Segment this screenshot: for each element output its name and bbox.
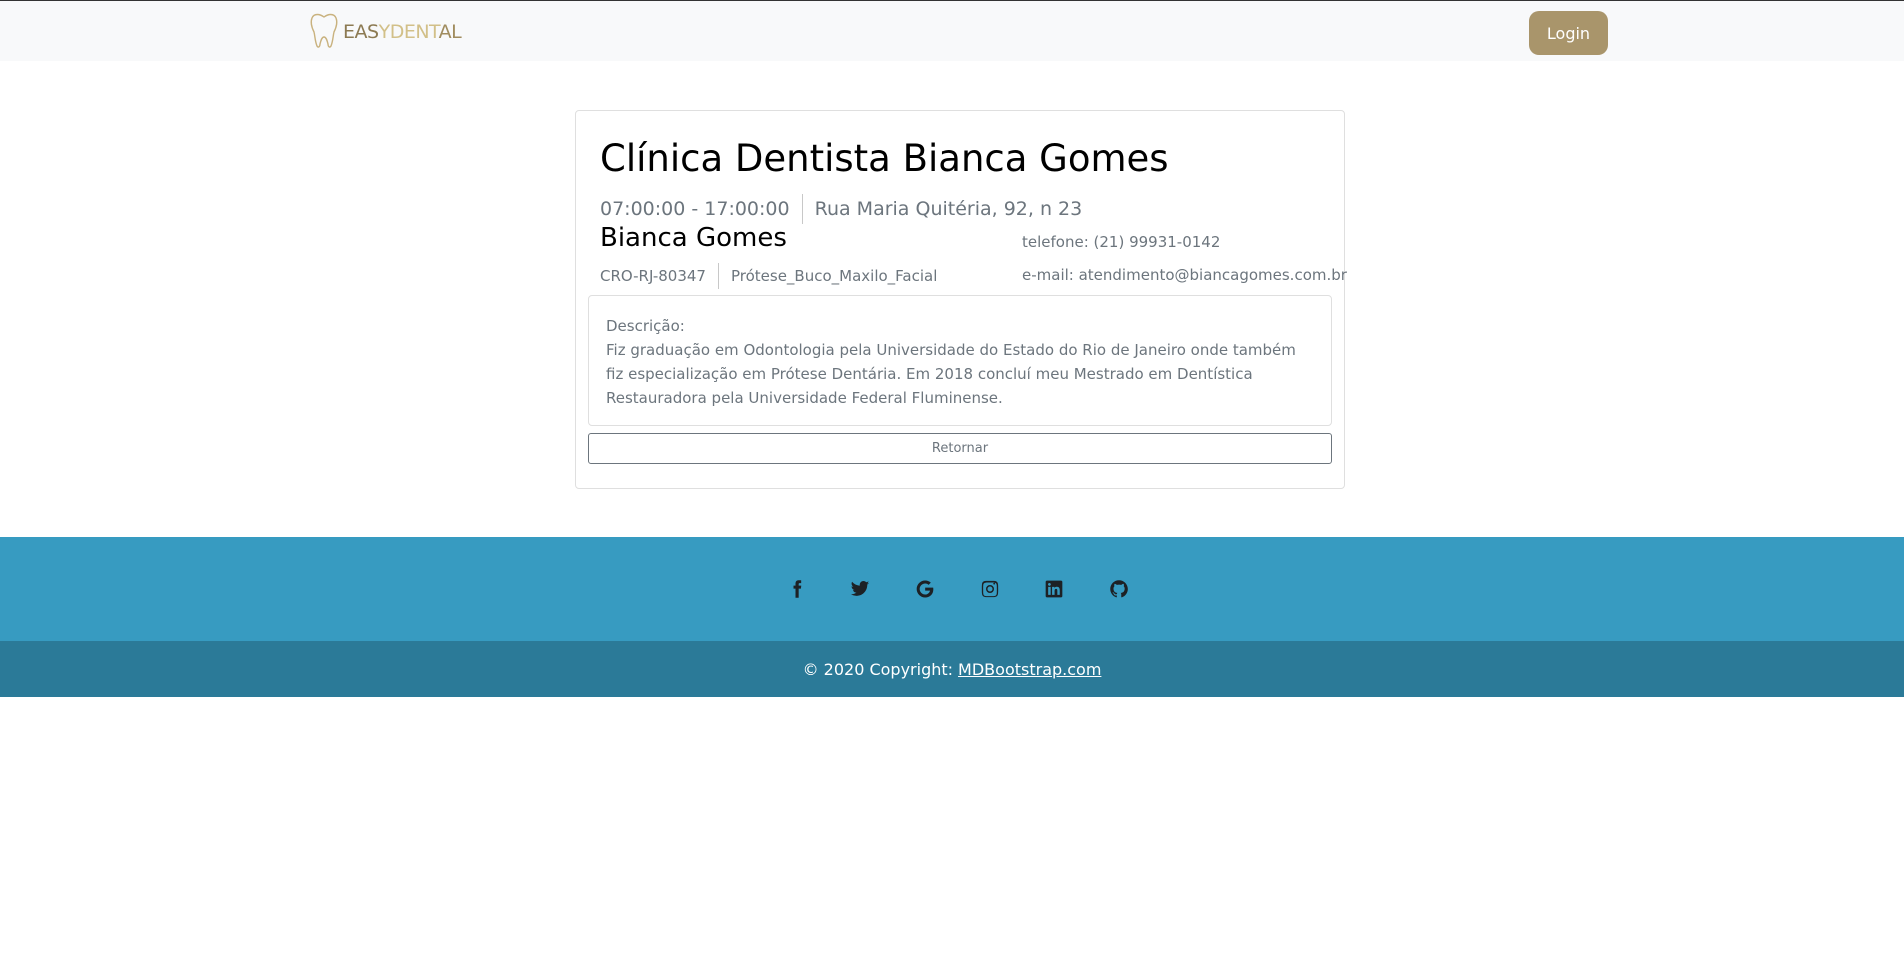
- clinic-title: Clínica Dentista Bianca Gomes: [600, 137, 1169, 180]
- navbar: EASYDENTAL Login: [0, 0, 1904, 61]
- footer-copyright: © 2020 Copyright: MDBootstrap.com: [0, 641, 1904, 697]
- brand-name: EASYDENTAL: [343, 21, 462, 43]
- email-address: e-mail: atendimento@biancagomes.com.br: [1022, 266, 1347, 284]
- footer-social-bar: [0, 537, 1904, 641]
- divider: [801, 194, 803, 224]
- description-text: Fiz graduação em Odontologia pela Univer…: [606, 341, 1296, 407]
- linkedin-icon[interactable]: [1043, 578, 1065, 600]
- clinic-card: Clínica Dentista Bianca Gomes 07:00:00 -…: [575, 110, 1347, 489]
- github-icon[interactable]: [1108, 578, 1130, 600]
- specialty: Prótese_Buco_Maxilo_Facial: [730, 267, 938, 285]
- google-icon[interactable]: [914, 578, 936, 600]
- brand-logo-link[interactable]: EASYDENTAL: [309, 11, 462, 53]
- login-button[interactable]: Login: [1529, 11, 1608, 55]
- dentist-credentials: CRO-RJ-80347 Prótese_Buco_Maxilo_Facial: [600, 263, 937, 289]
- copyright-link[interactable]: MDBootstrap.com: [958, 660, 1101, 679]
- clinic-hours: 07:00:00 - 17:00:00: [600, 198, 790, 220]
- divider: [717, 263, 719, 289]
- twitter-icon[interactable]: [849, 578, 871, 600]
- description-label: Descrição:: [606, 317, 685, 335]
- clinic-address: Rua Maria Quitéria, 92, n 23: [814, 198, 1083, 220]
- phone-number: telefone: (21) 99931-0142: [1022, 233, 1221, 251]
- return-button[interactable]: Retornar: [588, 433, 1332, 464]
- clinic-hours-address: 07:00:00 - 17:00:00 Rua Maria Quitéria, …: [600, 194, 1082, 224]
- instagram-icon[interactable]: [979, 578, 1001, 600]
- facebook-icon[interactable]: [786, 578, 808, 600]
- dentist-name: Bianca Gomes: [600, 223, 787, 253]
- description-box: Descrição: Fiz graduação em Odontologia …: [588, 295, 1332, 426]
- tooth-icon: [309, 11, 339, 53]
- cro-number: CRO-RJ-80347: [600, 267, 706, 285]
- copyright-text: © 2020 Copyright:: [802, 659, 954, 679]
